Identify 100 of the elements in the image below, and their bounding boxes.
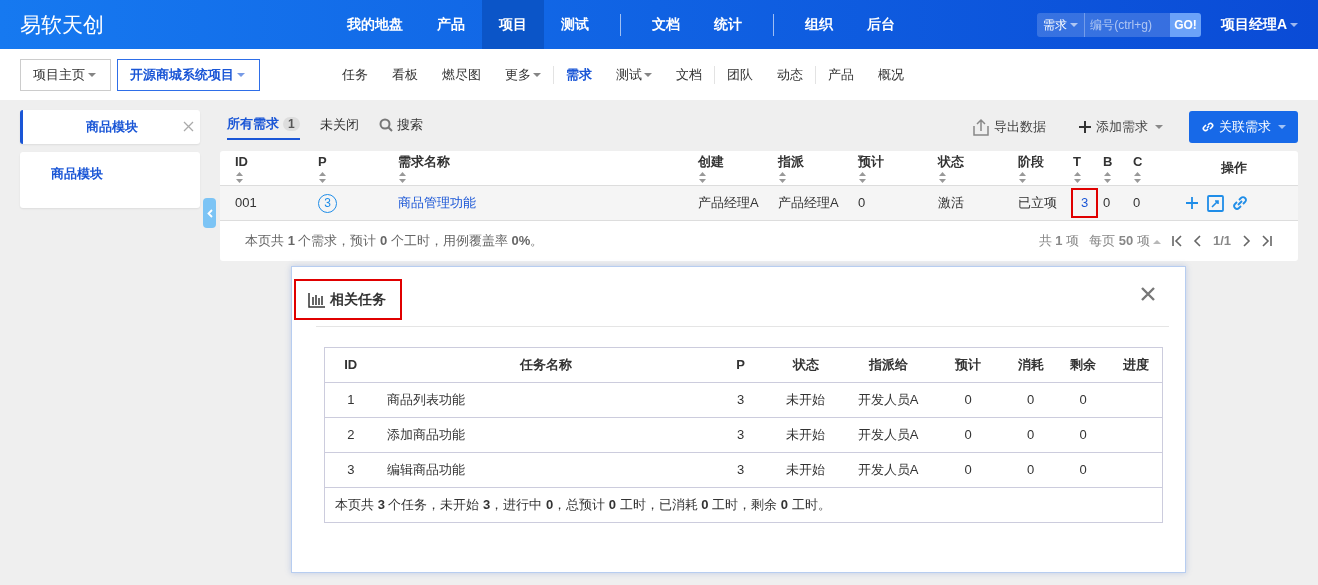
sort-icon (858, 171, 867, 184)
column-header[interactable]: 状态 (923, 150, 1003, 186)
column-header: 预计 (930, 347, 1006, 383)
link-icon (1201, 120, 1215, 134)
previous-page-icon[interactable] (1192, 235, 1203, 247)
nav-tab[interactable]: 更多 (493, 64, 553, 85)
search-icon (378, 118, 393, 132)
plus-icon[interactable] (1185, 196, 1199, 210)
column-header: 剩余 (1055, 347, 1111, 383)
link-icon[interactable] (1232, 194, 1249, 212)
column-header: 进度 (1110, 347, 1163, 383)
column-header[interactable]: B (1103, 150, 1133, 186)
table-cell: 开发人员A (857, 462, 919, 478)
collapse-handle[interactable] (203, 198, 216, 228)
table-cell: 0 (1026, 462, 1035, 478)
column-header[interactable]: ID (220, 150, 303, 186)
link-button[interactable]: 关联需求 (1189, 111, 1298, 143)
search-link[interactable]: 搜索 (378, 115, 423, 139)
column-header[interactable]: T (1073, 150, 1103, 186)
table-cell: 1 (347, 392, 355, 408)
table-cell: 0 (964, 392, 972, 408)
nav-tab[interactable]: 团队 (715, 64, 765, 85)
filter-tab[interactable]: 所有需求 1 (227, 114, 300, 140)
nav-tab[interactable]: 文档 (664, 64, 714, 85)
nav-tab[interactable]: 需求 (554, 64, 604, 85)
nav-tab[interactable]: 项目 (482, 0, 544, 49)
tree-item[interactable]: 商品模块 (51, 166, 103, 181)
nav-tab[interactable]: 统计 (697, 0, 759, 49)
close-button[interactable] (1139, 285, 1157, 303)
caret-icon (88, 72, 96, 77)
table-cell: 编辑商品功能 (386, 462, 465, 478)
sort-icon (1103, 171, 1112, 184)
sort-icon (938, 171, 947, 184)
module-tab[interactable]: 商品模块 (20, 110, 200, 144)
table-cell: 0 (964, 462, 972, 478)
nav-tab[interactable]: 组织 (788, 0, 850, 49)
table-cell: 0 (1103, 195, 1111, 211)
column-header[interactable]: 指派 (763, 150, 843, 186)
last-page-icon[interactable] (1261, 235, 1273, 247)
column-header: 状态 (765, 347, 846, 383)
nav-tab[interactable]: 测试 (544, 0, 606, 49)
close-icon[interactable] (183, 121, 194, 132)
nav-tab[interactable]: 概况 (866, 64, 916, 85)
export-icon (972, 118, 990, 136)
column-header[interactable]: 预计 (843, 150, 923, 186)
table-cell: 0 (1079, 427, 1087, 443)
table-cell: 已立项 (1018, 195, 1057, 211)
sort-icon (1133, 171, 1142, 184)
export-button[interactable]: 导出数据 (966, 116, 1052, 138)
column-header[interactable]: P (303, 150, 383, 186)
page-indicator: 1/1 (1212, 232, 1231, 251)
table-cell: 激活 (938, 195, 964, 211)
table-cell: 0 (1026, 427, 1035, 443)
table-cell: 3 (347, 462, 355, 478)
column-header[interactable]: 需求名称 (383, 150, 683, 186)
add-button[interactable]: 添加需求 (1072, 116, 1169, 138)
nav-tab[interactable]: 看板 (380, 64, 430, 85)
caret-icon (1278, 125, 1286, 129)
breadcrumb-item[interactable]: 开源商城系统项目 (117, 58, 260, 91)
nav-tab[interactable]: 产品 (816, 64, 866, 85)
nav-tab[interactable]: 产品 (420, 0, 482, 49)
breadcrumb-item[interactable]: 项目主页 (20, 58, 111, 91)
bar-chart-icon (308, 291, 326, 308)
caret-icon (533, 73, 541, 78)
filter-tab[interactable]: 未关闭 (319, 115, 359, 139)
sort-icon (235, 171, 244, 184)
next-page-icon[interactable] (1241, 235, 1251, 247)
table-cell: 开发人员A (857, 392, 919, 408)
caret-icon (1290, 23, 1298, 28)
user-menu[interactable]: 项目经理A (1220, 14, 1298, 35)
nav-tab[interactable]: 燃尽图 (430, 64, 493, 85)
column-header[interactable]: C (1133, 150, 1170, 186)
close-icon (1141, 287, 1155, 301)
sort-icon (318, 171, 327, 184)
column-header[interactable]: 创建 (683, 150, 763, 186)
nav-tab[interactable]: 后台 (850, 0, 912, 49)
add-box-icon[interactable] (1207, 194, 1224, 212)
table-link[interactable]: 商品管理功能 (398, 195, 476, 211)
page-size-dropdown[interactable]: 每页 50 项 (1089, 231, 1161, 251)
search-type-dropdown[interactable]: 需求 (1037, 12, 1085, 37)
table-cell: 商品列表功能 (386, 392, 465, 408)
nav-tab[interactable]: 测试 (604, 64, 664, 85)
summary-text: 本页共 1 个需求，预计 0 个工时，用例覆盖率 0%。 (245, 232, 544, 251)
brand-logo: 易软天创 (19, 11, 105, 38)
table-cell: 0 (1079, 462, 1087, 478)
nav-tab[interactable]: 任务 (330, 64, 380, 85)
column-header[interactable]: 阶段 (1003, 150, 1073, 186)
table-cell: 未开始 (786, 462, 825, 478)
column-header: ID (324, 347, 377, 383)
nav-tab[interactable]: 我的地盘 (330, 0, 420, 49)
nav-tab[interactable]: 动态 (765, 64, 815, 85)
dialog-title: 相关任务 (330, 290, 386, 309)
first-page-icon[interactable] (1170, 235, 1183, 247)
table-cell: 0 (1133, 195, 1141, 211)
table-cell: 未开始 (786, 427, 825, 443)
table-cell: 3 (736, 392, 745, 408)
column-header: 任务名称 (376, 347, 716, 383)
nav-tab[interactable]: 文档 (635, 0, 697, 49)
chevron-left-icon (206, 208, 213, 218)
table-cell: 产品经理A (778, 195, 839, 211)
